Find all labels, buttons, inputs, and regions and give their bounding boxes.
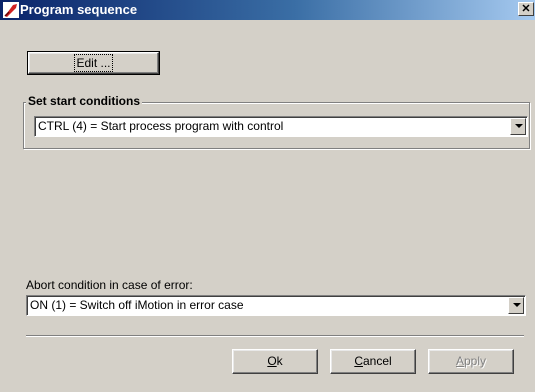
ok-button[interactable]: Ok [232, 349, 318, 374]
start-condition-select[interactable]: CTRL (4) = Start process program with co… [34, 116, 528, 137]
abort-condition-dropdown-button[interactable] [508, 297, 524, 314]
ok-button-label: Ok [267, 354, 283, 368]
title-bar: Program sequence ✕ [0, 0, 535, 20]
abort-condition-label: Abort condition in case of error: [26, 278, 193, 292]
abort-condition-select[interactable]: ON (1) = Switch off iMotion in error cas… [26, 295, 526, 316]
start-conditions-legend: Set start conditions [26, 94, 143, 108]
app-icon [3, 2, 19, 18]
edit-button-label: Edit ... [74, 54, 113, 72]
edit-button[interactable]: Edit ... [27, 51, 160, 75]
chevron-down-icon [515, 124, 523, 128]
cancel-button-label: Cancel [354, 354, 392, 368]
separator [26, 335, 524, 337]
cancel-button[interactable]: Cancel [330, 349, 416, 374]
start-condition-dropdown-button[interactable] [510, 118, 526, 135]
start-condition-value: CTRL (4) = Start process program with co… [38, 119, 284, 133]
close-icon: ✕ [521, 3, 531, 15]
window-title: Program sequence [20, 2, 138, 17]
chevron-down-icon [513, 303, 521, 307]
close-button[interactable]: ✕ [518, 2, 534, 16]
apply-button[interactable]: Apply [428, 349, 514, 374]
abort-condition-value: ON (1) = Switch off iMotion in error cas… [30, 298, 244, 312]
apply-button-label: Apply [455, 354, 487, 368]
